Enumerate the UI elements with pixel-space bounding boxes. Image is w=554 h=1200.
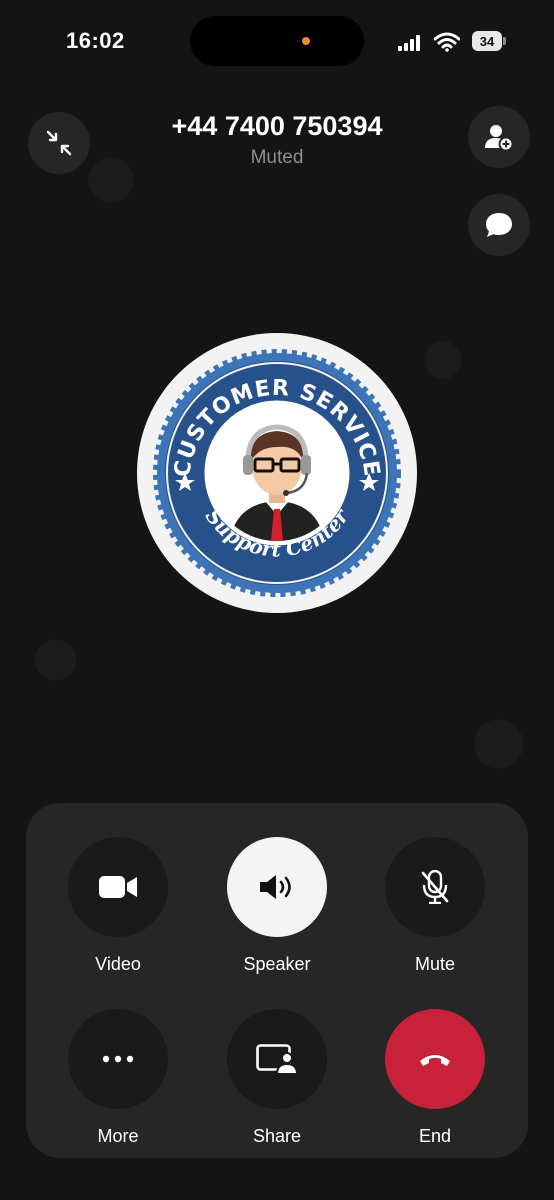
mute-label: Mute xyxy=(414,954,456,974)
share-screen-button[interactable] xyxy=(227,1009,327,1109)
video-control[interactable]: Video xyxy=(68,837,168,975)
battery-tip xyxy=(503,37,506,45)
battery-icon: 34 xyxy=(472,31,502,51)
call-controls-panel: Video Speaker Mute More Share End xyxy=(26,803,528,1158)
more-dots-icon xyxy=(102,1055,134,1063)
video-label: Video xyxy=(95,954,141,974)
wifi-icon xyxy=(433,32,461,52)
caller-avatar: CUSTOMER SERVICE Support Center xyxy=(137,333,417,613)
add-participant-button[interactable] xyxy=(468,106,530,168)
cellular-signal-icon xyxy=(398,35,424,51)
speaker-icon xyxy=(260,875,291,899)
share-control[interactable]: Share xyxy=(227,1009,327,1147)
end-label: End xyxy=(418,1126,452,1146)
microphone-off-icon xyxy=(421,870,449,904)
hang-up-icon xyxy=(420,1055,450,1066)
dynamic-island xyxy=(190,16,364,66)
share-label: Share xyxy=(252,1126,302,1146)
speaker-control[interactable]: Speaker xyxy=(227,837,327,975)
chat-bubble-icon xyxy=(486,213,512,237)
video-camera-icon xyxy=(99,876,137,898)
video-button[interactable] xyxy=(68,837,168,937)
end-call-control[interactable]: End xyxy=(385,1009,485,1147)
add-person-icon xyxy=(485,125,514,152)
more-button[interactable] xyxy=(68,1009,168,1109)
end-call-button[interactable] xyxy=(385,1009,485,1109)
mute-control[interactable]: Mute xyxy=(385,837,485,975)
chat-button[interactable] xyxy=(468,194,530,256)
customer-service-badge: CUSTOMER SERVICE Support Center xyxy=(139,335,415,611)
status-time: 16:02 xyxy=(66,28,125,53)
more-label: More xyxy=(97,1126,139,1146)
mute-button[interactable] xyxy=(385,837,485,937)
speaker-button[interactable] xyxy=(227,837,327,937)
status-bar: 16:02 34 xyxy=(0,0,554,80)
privacy-indicator-dot xyxy=(302,37,310,45)
speaker-label: Speaker xyxy=(243,954,311,974)
battery-level: 34 xyxy=(479,33,495,49)
screen-share-icon xyxy=(256,1044,298,1074)
more-control[interactable]: More xyxy=(68,1009,168,1147)
